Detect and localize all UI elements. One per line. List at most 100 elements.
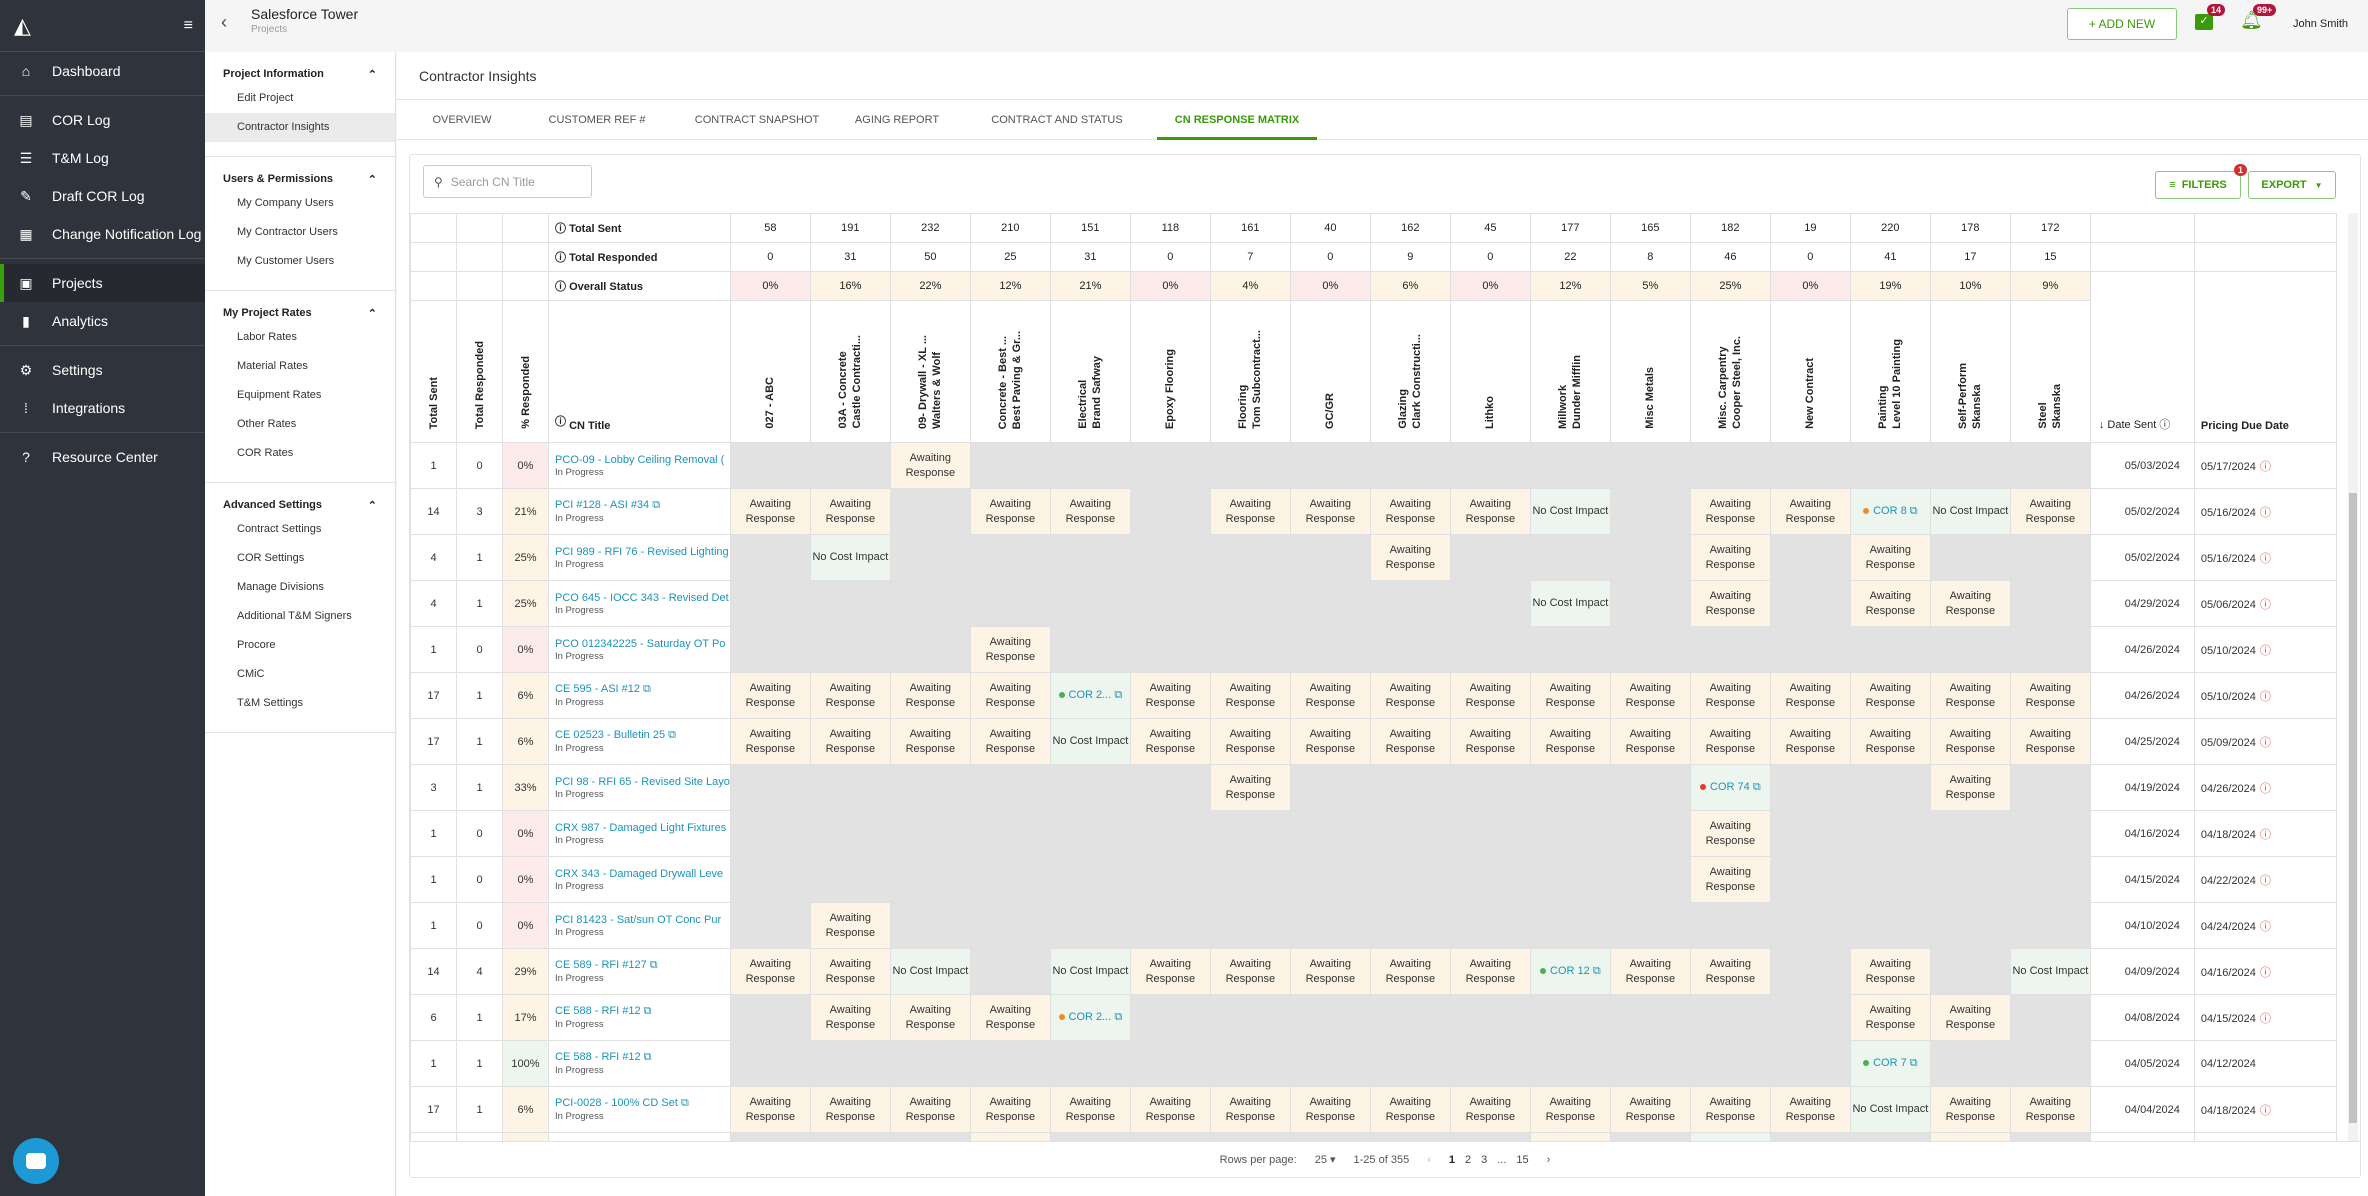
subnav-item[interactable]: CMiC <box>205 660 395 689</box>
chat-launcher-button[interactable] <box>13 1138 59 1184</box>
contractor-header[interactable]: 09- Drywall - XL ... Walters & Wolf <box>889 300 971 443</box>
contractor-header[interactable]: New Contract <box>1769 300 1851 443</box>
contractor-header[interactable]: Steel Skanska <box>2009 300 2091 443</box>
contractor-header[interactable]: GC/GR <box>1289 300 1371 443</box>
column-header[interactable]: Total Sent <box>410 300 457 443</box>
page-link[interactable]: 2 <box>1465 1154 1471 1166</box>
cn-title-link[interactable]: PCI 989 - RFI 76 - Revised Lighting <box>555 546 729 558</box>
subnav-item[interactable]: Procore <box>205 631 395 660</box>
contractor-header[interactable]: Painting Level 10 Painting <box>1849 300 1931 443</box>
subnav-item[interactable]: COR Settings <box>205 544 395 573</box>
cor-cell[interactable]: COR 74 ⧉ <box>1689 764 1771 811</box>
breadcrumb[interactable]: Projects <box>251 24 358 35</box>
sidebar-item-integrations[interactable]: ⁞ Integrations <box>0 389 205 427</box>
subnav-item[interactable]: Contract Settings <box>205 515 395 544</box>
subnav-item[interactable]: Contractor Insights <box>205 113 395 142</box>
external-link-icon[interactable]: ⧉ <box>1907 505 1918 517</box>
cn-title-link[interactable]: PCI-0028 - 100% CD Set ⧉ <box>555 1097 729 1110</box>
external-link-icon[interactable]: ⧉ <box>640 683 651 695</box>
matrix-scroll[interactable]: ⓘ Total Sent 58 191 232 210 151 118 161 40 162 45 1… <box>410 213 2340 1143</box>
subnav-item[interactable]: My Company Users <box>205 189 395 218</box>
cn-title-header[interactable]: ⓘ CN Title <box>548 300 731 443</box>
cor-cell[interactable]: COR 7 ⧉ <box>1849 1040 1931 1087</box>
user-name[interactable]: John Smith <box>2293 18 2348 30</box>
external-link-icon[interactable]: ⧉ <box>1590 965 1601 977</box>
cn-title-link[interactable]: CE 588 - RFI #12 ⧉ <box>555 1005 729 1018</box>
contractor-header[interactable]: Flooring Tom Subcontract... <box>1209 300 1291 443</box>
date-sent-header[interactable]: ↓ Date Sent ⓘ <box>2089 271 2195 443</box>
help-icon[interactable]: ⓘ <box>555 281 569 293</box>
contractor-header[interactable]: Concrete - Best ... Best Paving & Gr... <box>969 300 1051 443</box>
sidebar-item-cor-log[interactable]: ▤ COR Log <box>0 101 205 139</box>
cn-title-link[interactable]: CE 589 - RFI #127 ⧉ <box>555 959 729 972</box>
external-link-icon[interactable]: ⧉ <box>641 1051 652 1063</box>
page-link[interactable]: 15 <box>1516 1154 1528 1166</box>
subnav-section-header[interactable]: Advanced Settings ⌃ <box>205 493 395 515</box>
back-icon[interactable]: ‹ <box>221 12 227 33</box>
tab-contract-snapshot[interactable]: CONTRACT SNAPSHOT <box>677 100 837 140</box>
cn-title-link[interactable]: PCO 645 - IOCC 343 - Revised Det <box>555 592 729 604</box>
sidebar-item-t-m-log[interactable]: ☰ T&M Log <box>0 139 205 177</box>
rows-per-page-select[interactable]: 25 ▾ <box>1315 1153 1336 1166</box>
tab-cn-response-matrix[interactable]: CN RESPONSE MATRIX <box>1157 100 1317 140</box>
cor-cell[interactable]: COR 2... ⧉ <box>1049 672 1131 719</box>
collapse-menu-icon[interactable]: ≡ <box>184 17 193 35</box>
cor-link[interactable]: COR 8 <box>1873 505 1907 517</box>
external-link-icon[interactable]: ⧉ <box>1111 1011 1122 1023</box>
external-link-icon[interactable]: ⧉ <box>647 959 658 971</box>
page-link[interactable]: ... <box>1497 1154 1506 1166</box>
sidebar-item-resource-center[interactable]: ? Resource Center <box>0 438 205 476</box>
pricing-due-header[interactable]: Pricing Due Date <box>2193 271 2337 443</box>
cor-link[interactable]: COR 7 <box>1873 1057 1907 1069</box>
cn-title-link[interactable]: PCI #128 - ASI #34 ⧉ <box>555 499 729 512</box>
tab-overview[interactable]: OVERVIEW <box>407 100 517 140</box>
contractor-header[interactable]: Millwork Dunder Mifflin <box>1529 300 1611 443</box>
subnav-section-header[interactable]: Users & Permissions ⌃ <box>205 167 395 189</box>
tab-aging-report[interactable]: AGING REPORT <box>837 100 957 140</box>
subnav-item[interactable]: Labor Rates <box>205 323 395 352</box>
help-icon[interactable]: ⓘ <box>555 252 569 264</box>
help-icon[interactable]: ⓘ <box>555 415 569 429</box>
cn-title-link[interactable]: PCI 81423 - Sat/sun OT Conc Pur <box>555 914 729 926</box>
cn-title-link[interactable]: CE 595 - ASI #12 ⧉ <box>555 683 729 696</box>
external-link-icon[interactable]: ⧉ <box>649 499 660 511</box>
help-icon[interactable]: ⓘ <box>555 223 569 235</box>
search-input[interactable]: ⚲ Search CN Title <box>423 165 592 198</box>
sidebar-item-settings[interactable]: ⚙ Settings <box>0 351 205 389</box>
cor-link[interactable]: COR 2... <box>1069 1011 1112 1023</box>
next-page-icon[interactable]: › <box>1547 1154 1551 1166</box>
external-link-icon[interactable]: ⧉ <box>1907 1057 1918 1069</box>
contractor-header[interactable]: Self-Perform Skanska <box>1929 300 2011 443</box>
contractor-header[interactable]: Electrical Brand Safway <box>1049 300 1131 443</box>
page-link[interactable]: 3 <box>1481 1154 1487 1166</box>
contractor-header[interactable]: 027 - ABC <box>729 300 811 443</box>
contractor-header[interactable]: Misc. Carpentry Cooper Steel, Inc. <box>1689 300 1771 443</box>
cn-title-link[interactable]: PCO-09 - Lobby Ceiling Removal ( <box>555 454 729 466</box>
contractor-header[interactable]: 03A - Concrete Castle Contracti... <box>809 300 891 443</box>
tab-contract-and-status-summary[interactable]: CONTRACT AND STATUS SUMMARY <box>957 100 1157 166</box>
cn-title-link[interactable]: PCI 98 - RFI 65 - Revised Site Layo <box>555 776 729 788</box>
external-link-icon[interactable]: ⧉ <box>1111 689 1122 701</box>
subnav-item[interactable]: Equipment Rates <box>205 381 395 410</box>
column-header[interactable]: Total Responded <box>456 300 503 443</box>
subnav-item[interactable]: Edit Project <box>205 84 395 113</box>
sidebar-item-dashboard[interactable]: ⌂ Dashboard <box>0 52 205 90</box>
cor-cell[interactable]: COR 12 ⧉ <box>1529 948 1611 995</box>
subnav-item[interactable]: T&M Settings <box>205 689 395 718</box>
subnav-item[interactable]: My Customer Users <box>205 247 395 276</box>
subnav-item[interactable]: COR Rates <box>205 439 395 468</box>
subnav-item[interactable]: My Contractor Users <box>205 218 395 247</box>
subnav-section-header[interactable]: Project Information ⌃ <box>205 62 395 84</box>
sidebar-item-projects[interactable]: ▣ Projects <box>0 264 205 302</box>
subnav-item[interactable]: Material Rates <box>205 352 395 381</box>
sidebar-item-draft-cor-log[interactable]: ✎ Draft COR Log <box>0 177 205 215</box>
export-button[interactable]: EXPORT ▼ <box>2248 171 2336 199</box>
cn-title-link[interactable]: PCO 012342225 - Saturday OT Po <box>555 638 729 650</box>
cor-cell[interactable]: COR 8 ⧉ <box>1849 488 1931 535</box>
cor-link[interactable]: COR 12 <box>1550 965 1590 977</box>
external-link-icon[interactable]: ⧉ <box>665 729 676 741</box>
contractor-header[interactable]: Glazing Clark Constructi... <box>1369 300 1451 443</box>
filters-button[interactable]: ≡ FILTERS <box>2155 171 2241 199</box>
prev-page-icon[interactable]: ‹ <box>1427 1154 1431 1166</box>
subnav-item[interactable]: Additional T&M Signers <box>205 602 395 631</box>
